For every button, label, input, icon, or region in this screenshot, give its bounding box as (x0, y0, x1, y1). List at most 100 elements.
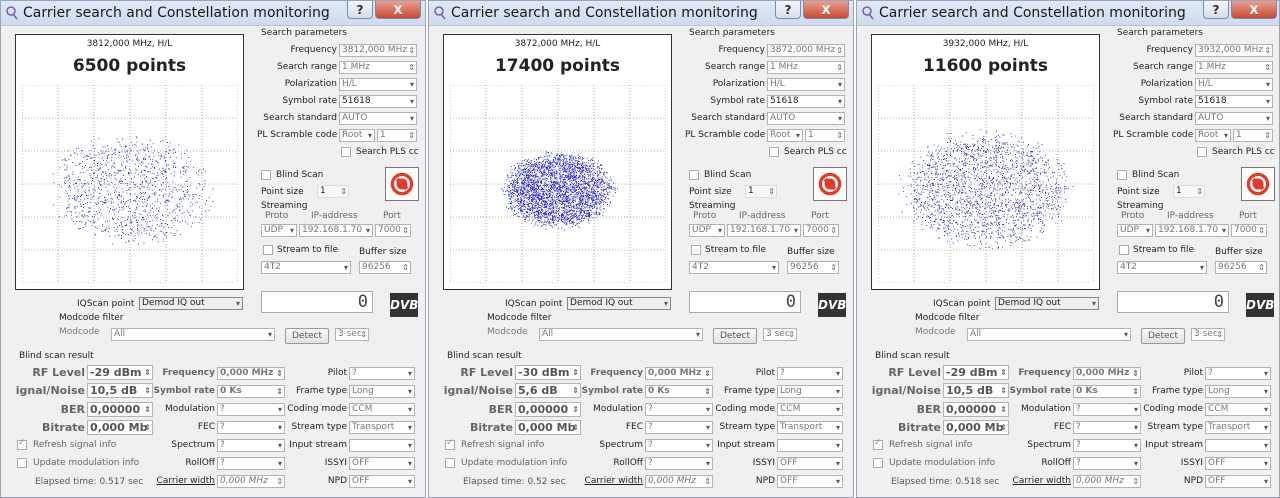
stream-to-file-checkbox[interactable] (1119, 245, 1129, 255)
frequency-field[interactable]: 3932,000 MHz (1195, 44, 1273, 57)
fec-select[interactable]: ? (645, 421, 713, 434)
stream-type-result-select[interactable]: Transport (777, 421, 843, 434)
search-standard-select[interactable]: AUTO (339, 112, 417, 125)
coding-mode-select[interactable]: CCM (349, 403, 415, 416)
polarization-select[interactable]: H/L (339, 78, 417, 91)
coding-mode-select[interactable]: CCM (1205, 403, 1271, 416)
port-field[interactable]: 7000 (375, 224, 411, 237)
frequency-field[interactable]: 3872,000 MHz (767, 44, 845, 57)
coding-mode-select[interactable]: CCM (777, 403, 843, 416)
search-pls-checkbox[interactable] (341, 147, 351, 157)
frame-type-select[interactable]: Long (349, 385, 415, 398)
pilot-select[interactable]: ? (349, 367, 415, 380)
ip-address-select[interactable]: 192.168.1.70 (727, 224, 801, 237)
help-button[interactable]: ? (347, 1, 373, 19)
blind-scan-checkbox[interactable] (689, 170, 699, 180)
spectrum-select[interactable]: ? (645, 439, 713, 452)
rolloff-select[interactable]: ? (217, 457, 285, 470)
modcode-select[interactable]: All (111, 328, 275, 341)
frequency-field[interactable]: 3812,000 MHz (339, 44, 417, 57)
modcode-select[interactable]: All (539, 328, 703, 341)
search-pls-checkbox[interactable] (1197, 147, 1207, 157)
stream-type-select[interactable]: 4T2 (1117, 261, 1207, 274)
stop-button[interactable] (385, 167, 419, 201)
symbol-rate-select[interactable]: 51618 (339, 95, 417, 108)
search-standard-select[interactable]: AUTO (1195, 112, 1273, 125)
frame-type-select[interactable]: Long (1205, 385, 1271, 398)
update-modulation-checkbox[interactable] (445, 458, 455, 468)
close-button[interactable]: X (1231, 1, 1277, 19)
buffer-size-field[interactable]: 96256 (1215, 261, 1267, 274)
stream-to-file-checkbox[interactable] (263, 245, 273, 255)
detect-button[interactable]: Detect (285, 328, 329, 344)
search-pls-checkbox[interactable] (769, 147, 779, 157)
rolloff-select[interactable]: ? (645, 457, 713, 470)
update-modulation-checkbox[interactable] (17, 458, 27, 468)
point-size-field[interactable]: 1 (745, 185, 777, 198)
modulation-select[interactable]: ? (645, 403, 713, 416)
pl-scramble-value[interactable]: 1 (1233, 129, 1273, 142)
help-button[interactable]: ? (775, 1, 801, 19)
spectrum-select[interactable]: ? (217, 439, 285, 452)
stream-type-result-select[interactable]: Transport (349, 421, 415, 434)
proto-select[interactable]: UDP (689, 224, 725, 237)
modcode-select[interactable]: All (967, 328, 1131, 341)
detect-timeout[interactable]: 3 sec (1191, 328, 1225, 341)
proto-select[interactable]: UDP (261, 224, 297, 237)
pl-scramble-select[interactable]: Root (1195, 129, 1231, 142)
modulation-select[interactable]: ? (1073, 403, 1141, 416)
ip-address-select[interactable]: 192.168.1.70 (1155, 224, 1229, 237)
buffer-size-field[interactable]: 96256 (787, 261, 839, 274)
input-stream-select[interactable] (777, 439, 843, 452)
modulation-select[interactable]: ? (217, 403, 285, 416)
iqscan-select[interactable]: Demod IQ out (139, 297, 243, 310)
input-stream-select[interactable] (349, 439, 415, 452)
detect-button[interactable]: Detect (713, 328, 757, 344)
port-field[interactable]: 7000 (1231, 224, 1267, 237)
rolloff-select[interactable]: ? (1073, 457, 1141, 470)
stream-type-select[interactable]: 4T2 (689, 261, 779, 274)
close-button[interactable]: X (803, 1, 849, 19)
search-range-field[interactable]: 1 MHz (1195, 61, 1273, 74)
carrier-width-link[interactable]: Carrier width (579, 476, 643, 486)
pl-scramble-select[interactable]: Root (767, 129, 803, 142)
pilot-select[interactable]: ? (777, 367, 843, 380)
stream-type-result-select[interactable]: Transport (1205, 421, 1271, 434)
input-stream-select[interactable] (1205, 439, 1271, 452)
stop-button[interactable] (1241, 167, 1275, 201)
issyi-select[interactable]: OFF (777, 457, 843, 470)
pl-scramble-value[interactable]: 1 (377, 129, 417, 142)
search-range-field[interactable]: 1 MHz (339, 61, 417, 74)
npd-select[interactable]: OFF (777, 475, 843, 488)
pilot-select[interactable]: ? (1205, 367, 1271, 380)
carrier-width-link[interactable]: Carrier width (1007, 476, 1071, 486)
spectrum-select[interactable]: ? (1073, 439, 1141, 452)
pl-scramble-select[interactable]: Root (339, 129, 375, 142)
buffer-size-field[interactable]: 96256 (359, 261, 411, 274)
npd-select[interactable]: OFF (349, 475, 415, 488)
point-size-field[interactable]: 1 (1173, 185, 1205, 198)
fec-select[interactable]: ? (217, 421, 285, 434)
iqscan-select[interactable]: Demod IQ out (995, 297, 1099, 310)
stream-type-select[interactable]: 4T2 (261, 261, 351, 274)
npd-select[interactable]: OFF (1205, 475, 1271, 488)
help-button[interactable]: ? (1203, 1, 1229, 19)
proto-select[interactable]: UDP (1117, 224, 1153, 237)
detect-timeout[interactable]: 3 sec (763, 328, 797, 341)
refresh-signal-checkbox[interactable] (873, 438, 883, 450)
symbol-rate-select[interactable]: 51618 (1195, 95, 1273, 108)
detect-button[interactable]: Detect (1141, 328, 1185, 344)
issyi-select[interactable]: OFF (349, 457, 415, 470)
polarization-select[interactable]: H/L (767, 78, 845, 91)
fec-select[interactable]: ? (1073, 421, 1141, 434)
detect-timeout[interactable]: 3 sec (335, 328, 369, 341)
refresh-signal-checkbox[interactable] (17, 438, 27, 450)
polarization-select[interactable]: H/L (1195, 78, 1273, 91)
point-size-field[interactable]: 1 (317, 185, 349, 198)
frame-type-select[interactable]: Long (777, 385, 843, 398)
update-modulation-checkbox[interactable] (873, 458, 883, 468)
issyi-select[interactable]: OFF (1205, 457, 1271, 470)
blind-scan-checkbox[interactable] (261, 170, 271, 180)
pl-scramble-value[interactable]: 1 (805, 129, 845, 142)
blind-scan-checkbox[interactable] (1117, 170, 1127, 180)
